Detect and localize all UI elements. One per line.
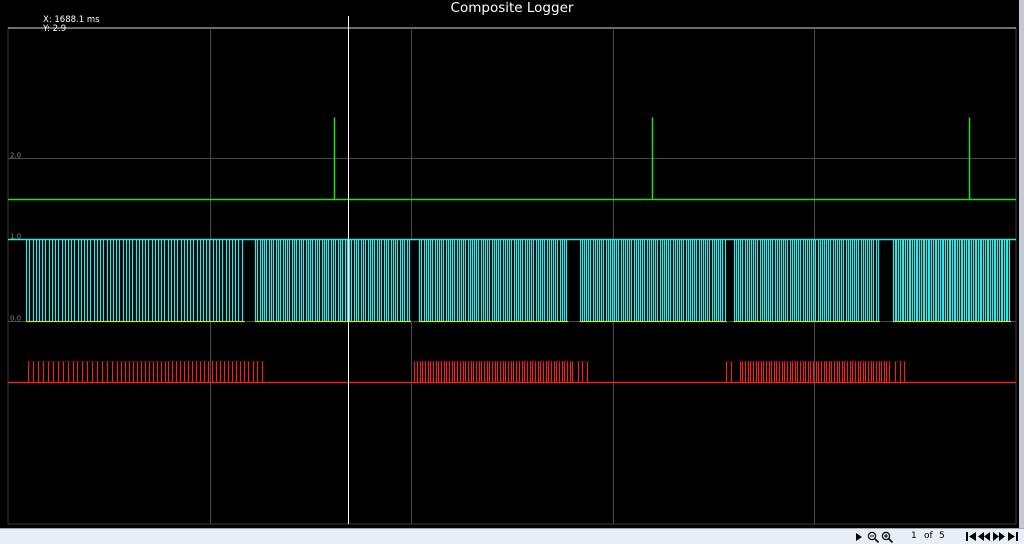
status-bar: 1 of 5 [0,528,1024,544]
chart-canvas[interactable]: 2.01.00.0 [0,0,1024,528]
series-cyan-gap [879,240,882,322]
page-total: 5 [939,531,945,541]
play-triangle-icon[interactable] [854,530,864,543]
window-right-border [1019,0,1024,528]
previous-page-icon[interactable] [978,530,991,543]
y-tick-label: 0.0 [10,315,21,323]
page-of-label: of [924,531,933,541]
cursor-y-readout: Y: 2.9 [43,24,67,34]
zoom-out-icon[interactable] [866,530,880,543]
next-page-icon[interactable] [992,530,1005,543]
y-tick-label: 2.0 [10,152,21,160]
plot-area[interactable]: 2.0 1.0 0.0 Composite Logger X: 1688.1 ms … [0,0,1024,528]
composite-logger-window: 2.0 1.0 0.0 Composite Logger X: 1688.1 ms … [0,0,1024,544]
series-cyan-gap [726,240,729,322]
zoom-in-icon[interactable] [880,530,894,543]
first-page-icon[interactable] [964,530,977,543]
chart-title: Composite Logger [450,0,574,16]
series-cyan-gap [244,240,247,322]
page-current[interactable]: 1 [911,530,917,543]
cursor-readout: X: 1688.1 ms Y: 2.9 [43,16,100,34]
series-cyan-gap [411,240,414,322]
last-page-icon[interactable] [1006,530,1019,543]
series-cyan-gap [568,240,571,322]
